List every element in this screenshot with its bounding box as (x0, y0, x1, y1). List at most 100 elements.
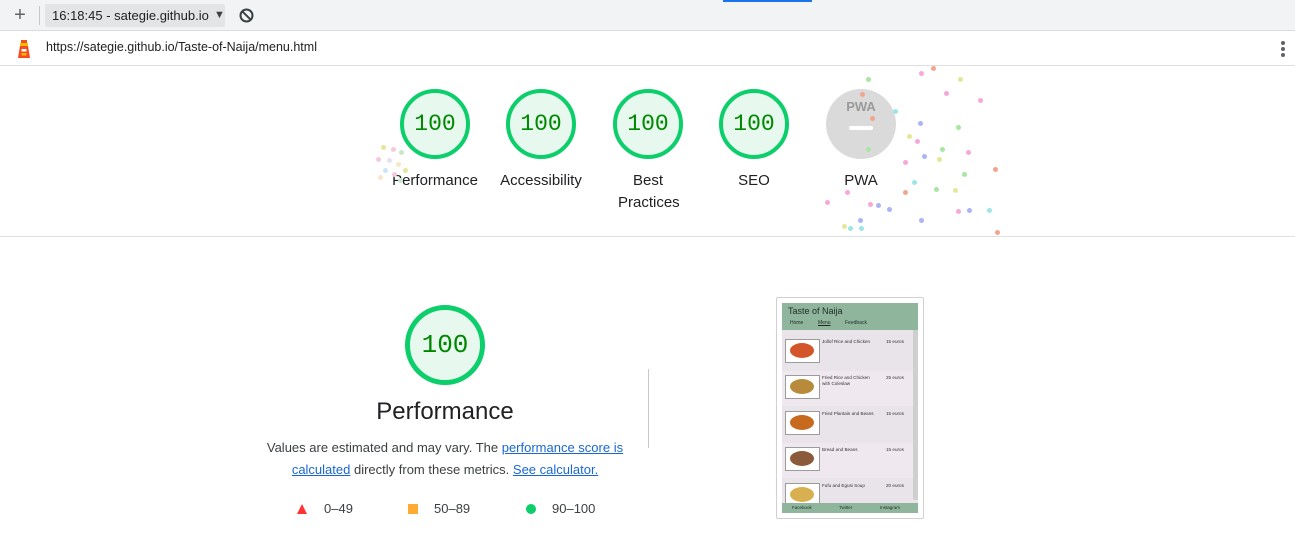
confetti-dot (848, 226, 853, 231)
report-selector[interactable]: 16:18:45 - sategie.github.io ▼ (45, 4, 225, 27)
confetti-dot (825, 200, 830, 205)
gauge-score: 100 (414, 111, 456, 137)
confetti-dot (907, 134, 912, 139)
confetti-dot (903, 160, 908, 165)
header-divider (0, 236, 1295, 237)
gauge-performance[interactable]: 100 (400, 89, 470, 159)
fail-triangle-icon (297, 504, 307, 514)
site-nav-menu: Menu (818, 320, 831, 326)
toolbar-divider (39, 6, 40, 25)
confetti-dot (893, 109, 898, 114)
footer-facebook: Facebook (792, 505, 812, 510)
confetti-dot (937, 157, 942, 162)
confetti-dot (860, 92, 865, 97)
confetti-dot (866, 77, 871, 82)
confetti-dot (987, 208, 992, 213)
gauge-label-pwa: PWA (844, 172, 878, 189)
average-square-icon (408, 504, 418, 514)
gauge-score: 100 (421, 330, 469, 360)
clear-block-icon[interactable] (238, 7, 255, 24)
see-calculator-link[interactable]: See calculator. (513, 462, 598, 477)
confetti-dot (903, 190, 908, 195)
menu-item: Bread and Beans 15 euros (782, 443, 913, 478)
confetti-dot (866, 147, 871, 152)
performance-description: Values are estimated and may vary. The p… (262, 437, 628, 481)
confetti-dot (870, 116, 875, 121)
confetti-dot (966, 150, 971, 155)
confetti-dot (978, 98, 983, 103)
performance-title: Performance (376, 398, 514, 425)
confetti-dot (376, 157, 381, 162)
legend-range: 90–100 (552, 501, 596, 516)
confetti-dot (392, 172, 397, 177)
final-screenshot[interactable]: Taste of Naija Home Menu Feedback Jollof… (776, 297, 924, 519)
confetti-dot (868, 202, 873, 207)
confetti-dot (931, 66, 936, 71)
more-options-icon[interactable] (1275, 39, 1291, 59)
gauge-pwa[interactable]: PWA (826, 89, 896, 159)
site-header: Taste of Naija Home Menu Feedback (782, 303, 918, 330)
dish-price: 15 euros (886, 447, 904, 452)
confetti-dot (958, 77, 963, 82)
dish-name: Fried Rice and Chicken with Coleslaw (822, 375, 870, 386)
gauge-label-accessibility: Accessibility (500, 172, 582, 189)
pwa-na-dash (849, 126, 873, 130)
section-divider (648, 369, 649, 448)
screenshot-page: Taste of Naija Home Menu Feedback Jollof… (782, 303, 918, 513)
site-title: Taste of Naija (788, 306, 843, 316)
lighthouse-logo-icon (18, 40, 30, 58)
screenshot-scrollbar (913, 330, 918, 500)
dish-image (785, 339, 820, 363)
menu-item: Fried Rice and Chicken with Coleslaw 25 … (782, 371, 913, 406)
gauge-label-seo: SEO (738, 172, 770, 189)
confetti-dot (967, 208, 972, 213)
pwa-badge-icon: PWA (846, 99, 876, 114)
footer-twitter: Twitter (839, 505, 853, 510)
confetti-dot (887, 207, 892, 212)
confetti-dot (995, 230, 1000, 235)
confetti-dot (993, 167, 998, 172)
confetti-dot (858, 218, 863, 223)
confetti-dot (876, 203, 881, 208)
report-selector-label: 16:18:45 - sategie.github.io (52, 8, 209, 23)
confetti-dot (918, 121, 923, 126)
confetti-dot (934, 187, 939, 192)
gauge-best-practices[interactable]: 100 (613, 89, 683, 159)
confetti-dot (915, 139, 920, 144)
site-footer: Facebook Twitter Instagram (782, 503, 918, 513)
new-report-button[interactable]: + (10, 4, 30, 26)
confetti-dot (381, 145, 386, 150)
footer-instagram: Instagram (880, 505, 901, 510)
confetti-dot (378, 175, 383, 180)
gauge-score: 100 (627, 111, 669, 137)
dish-name: Fried Plantain and Beans (822, 411, 874, 416)
legend-range: 50–89 (434, 501, 471, 516)
confetti-dot (912, 180, 917, 185)
dish-price: 15 euros (886, 339, 904, 344)
confetti-dot (391, 147, 396, 152)
audited-url[interactable]: https://sategie.github.io/Taste-of-Naija… (46, 40, 317, 54)
confetti-dot (956, 209, 961, 214)
dish-price: 20 euros (886, 483, 904, 488)
confetti-dot (399, 150, 404, 155)
gauge-score: 100 (520, 111, 562, 137)
confetti-dot (922, 154, 927, 159)
confetti-dot (396, 162, 401, 167)
confetti-dot (845, 190, 850, 195)
confetti-dot (940, 147, 945, 152)
gauge-score: 100 (733, 111, 775, 137)
gauge-accessibility[interactable]: 100 (506, 89, 576, 159)
confetti-dot (842, 224, 847, 229)
confetti-dot (953, 188, 958, 193)
confetti-dot (859, 226, 864, 231)
dish-name: Jollof Rice and Chicken (822, 339, 871, 344)
gauge-label-best-practices: Best Practices (618, 172, 680, 211)
site-nav-home: Home (790, 320, 804, 326)
confetti-dot (398, 178, 403, 183)
legend-range: 0–49 (324, 501, 353, 516)
desc-text-1: Values are estimated and may vary. The (266, 440, 502, 455)
gauge-seo[interactable]: 100 (719, 89, 789, 159)
desc-text-2: directly from these metrics. (350, 462, 513, 477)
dish-price: 15 euros (886, 411, 904, 416)
active-tab-indicator (723, 0, 812, 2)
